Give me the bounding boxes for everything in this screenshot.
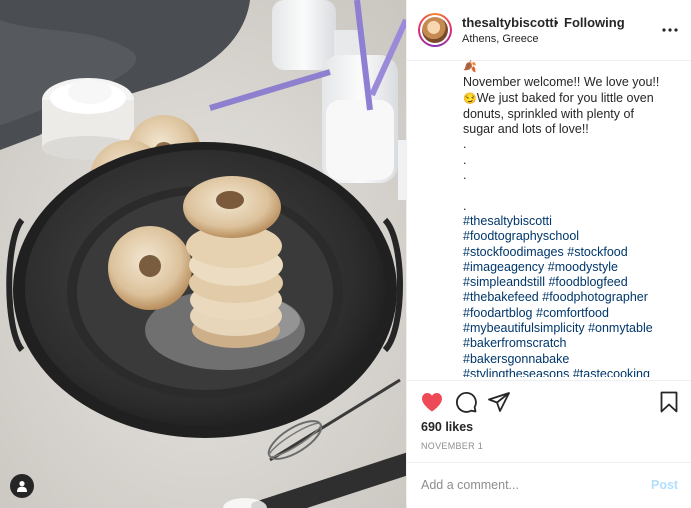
hashtag-line: #bakersgonnabake: [463, 352, 683, 367]
save-button[interactable]: [657, 390, 681, 414]
caption-line: .: [463, 198, 467, 213]
location-link[interactable]: Athens, Greece: [462, 33, 538, 45]
hashtag-line: #foodartblog #comfortfood: [463, 306, 683, 321]
paper-plane-icon: [488, 392, 510, 412]
hashtag-line: #bakerfromscratch: [463, 336, 683, 351]
comment-button[interactable]: [454, 390, 478, 414]
hashtag-line: #thebakefeed #foodphotographer: [463, 290, 683, 305]
hashtag-link[interactable]: #mybeautifulsimplicity: [463, 321, 585, 335]
hashtag-link[interactable]: #bakerfromscratch: [463, 336, 567, 350]
hashtag-link[interactable]: #thebakefeed: [463, 290, 539, 304]
hashtag-link[interactable]: #simpleandstill: [463, 275, 545, 289]
avatar[interactable]: [418, 13, 452, 47]
hashtag-link[interactable]: #foodblogfeed: [548, 275, 627, 289]
post-comment-button[interactable]: Post: [651, 478, 678, 492]
hashtag-list: #thesaltybiscotti #foodtographyschool #s…: [463, 214, 683, 377]
bookmark-icon: [660, 391, 678, 413]
comment-bubble-icon: [456, 392, 477, 413]
hashtag-link[interactable]: #foodtographyschool: [463, 229, 579, 243]
hashtag-link[interactable]: #foodphotographer: [542, 290, 648, 304]
caption-line: .: [463, 152, 467, 167]
caption-leaf-line: 🍂: [463, 59, 683, 75]
caption-line-text: We just baked for you little oven: [476, 90, 654, 105]
hashtag-link[interactable]: #onmytable: [588, 321, 653, 335]
caption-line: .: [463, 168, 467, 183]
hashtag-line: #foodtographyschool: [463, 229, 683, 244]
post-sidebar: thesaltybiscotti • Following Athens, Gre…: [406, 0, 691, 508]
person-icon: [17, 481, 27, 492]
more-horizontal-icon: [662, 28, 678, 32]
avatar-border: [420, 15, 450, 45]
username-link[interactable]: thesaltybiscotti: [462, 15, 557, 30]
post-photo[interactable]: [0, 0, 406, 508]
share-button[interactable]: [487, 390, 511, 414]
donuts-photo: [0, 0, 406, 508]
heart-filled-icon: [422, 393, 442, 412]
hashtag-line: #simpleandstill #foodblogfeed: [463, 275, 683, 290]
hashtag-link[interactable]: #bakersgonnabake: [463, 352, 569, 366]
caption-line: [463, 183, 683, 198]
comment-divider: [407, 462, 691, 463]
hashtag-link[interactable]: #stockfoodimages: [463, 245, 564, 259]
caption-line: 😏We just baked for you little oven: [463, 91, 683, 107]
hashtag-line: #imageagency #moodystyle: [463, 260, 683, 275]
hashtag-line: #thesaltybiscotti: [463, 214, 683, 229]
user-tags-button[interactable]: [10, 474, 34, 498]
hashtag-link[interactable]: #stockfood: [567, 245, 627, 259]
hashtag-line: #stylingtheseasons #tastecooking: [463, 367, 683, 377]
actions-divider: [407, 380, 691, 381]
caption-line: November welcome!! We love you!!: [463, 75, 660, 90]
more-options-button[interactable]: [658, 20, 682, 40]
caption-line: donuts, sprinkled with plenty of: [463, 106, 634, 121]
hashtag-line: #mybeautifulsimplicity #onmytable: [463, 321, 683, 336]
hashtag-link[interactable]: #thesaltybiscotti: [463, 214, 552, 228]
caption-line: .: [463, 137, 467, 152]
hashtag-link[interactable]: #stylingtheseasons: [463, 367, 569, 377]
separator-dot: •: [554, 15, 559, 30]
caption-line: sugar and lots of love!!: [463, 122, 589, 137]
leaf-emoji: 🍂: [463, 61, 477, 73]
post-header: thesaltybiscotti • Following Athens, Gre…: [407, 0, 691, 61]
smirk-emoji: 😏: [463, 92, 477, 105]
comment-input[interactable]: [421, 472, 646, 498]
hashtag-link[interactable]: #comfortfood: [536, 306, 609, 320]
post-date[interactable]: NOVEMBER 1: [421, 441, 483, 451]
hashtag-link[interactable]: #tastecooking: [573, 367, 650, 377]
hashtag-line: #stockfoodimages #stockfood: [463, 245, 683, 260]
hashtag-link[interactable]: #imageagency: [463, 260, 544, 274]
following-button[interactable]: Following: [564, 15, 625, 30]
post-caption: 🍂 November welcome!! We love you!! 😏We j…: [463, 59, 683, 377]
hashtag-link[interactable]: #foodartblog: [463, 306, 533, 320]
hashtag-link[interactable]: #moodystyle: [548, 260, 618, 274]
like-button[interactable]: [420, 390, 444, 414]
likes-count[interactable]: 690 likes: [421, 420, 473, 434]
avatar-image: [422, 17, 448, 43]
